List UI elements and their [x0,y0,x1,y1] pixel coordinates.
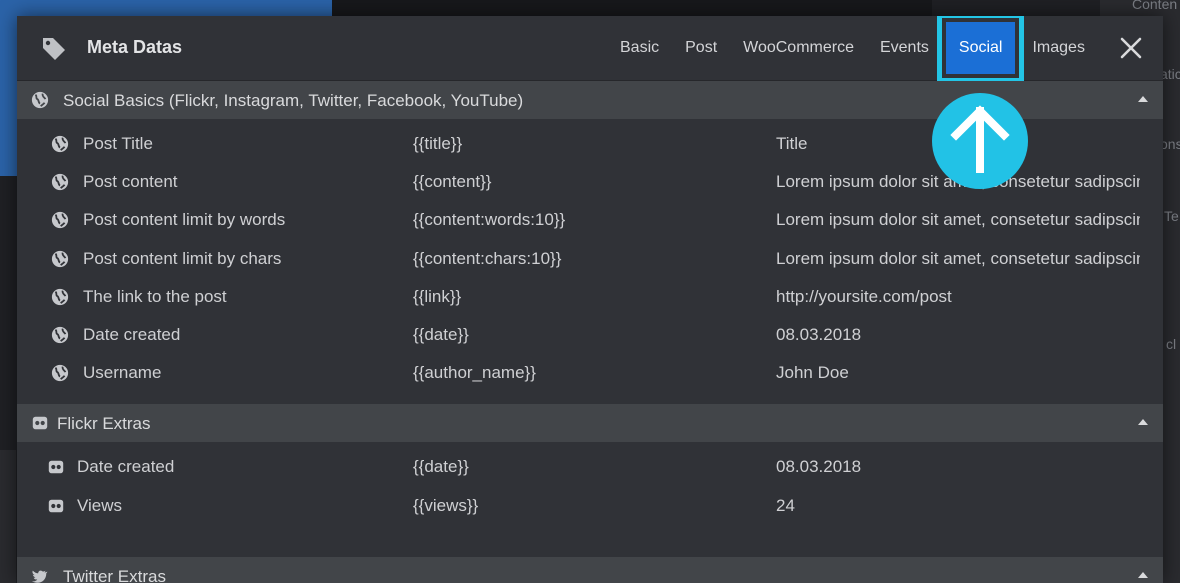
globe-icon [51,288,69,305]
tab-basic[interactable]: Basic [607,16,672,80]
section-title: Twitter Extras [63,566,166,583]
ghost-text: Te [1164,208,1179,224]
background-edge [0,450,16,583]
meta-tag: {{author_name}} [413,363,536,383]
meta-tag: {{content}} [413,172,492,192]
flickr-icon [48,499,64,512]
flickr-icon [32,417,48,430]
meta-example: Lorem ipsum dolor sit amet, consetetur s… [776,248,1140,268]
meta-label: Username [83,363,162,383]
meta-tag: {{date}} [413,324,469,344]
meta-label: Post content [83,172,178,192]
section-header[interactable]: Flickr Extras [17,404,1163,443]
list-item[interactable]: Date created {{date}} 08.03.2018 [17,316,1163,354]
meta-example: 08.03.2018 [776,457,862,477]
tab-events[interactable]: Events [867,16,942,80]
tab-social[interactable]: Social [936,16,1025,83]
globe-icon [51,365,69,382]
list-item[interactable]: Views {{views}} 24 [17,487,1163,525]
background-toolbar [332,0,932,16]
meta-example: http://yoursite.com/post [776,286,952,306]
twitter-icon [31,570,48,583]
meta-label: Date created [77,457,175,477]
globe-icon [51,212,69,229]
meta-example: Lorem ipsum dolor sit amet, consetetur s… [776,210,1140,230]
meta-label: Post content limit by words [83,210,286,230]
tab-images[interactable]: Images [1019,16,1097,80]
flickr-icon [48,461,64,474]
meta-example: 24 [776,495,795,515]
list-item[interactable]: Date created {{date}} 08.03.2018 [17,448,1163,486]
modal-header: Meta Datas Basic Post WooCommerce Events… [17,16,1163,83]
modal-title: Meta Datas [87,37,183,57]
list-item[interactable]: The link to the post {{link}} http://you… [17,278,1163,316]
caret-up-icon[interactable] [1137,93,1149,105]
list-item[interactable]: Post content limit by words {{content:wo… [17,201,1163,239]
meta-label: The link to the post [83,286,227,306]
arrow-up-glyph [950,105,1010,173]
meta-tag: {{title}} [413,134,463,153]
meta-label: Post Title [83,134,153,153]
caret-up-icon[interactable] [1137,569,1149,581]
globe-icon [51,250,69,267]
meta-tag: {{content:chars:10}} [413,248,562,268]
list-item[interactable]: Post content limit by chars {{content:ch… [17,240,1163,278]
globe-icon [31,91,49,109]
tab-woocommerce[interactable]: WooCommerce [730,16,867,80]
arrow-up-icon [932,93,1028,189]
section-title: Flickr Extras [57,414,151,434]
meta-label: Date created [83,324,181,344]
ghost-text: Conten [1132,0,1178,12]
ghost-text: cl [1166,336,1177,352]
meta-tag: {{views}} [413,495,479,515]
list-item[interactable]: Username {{author_name}} John Doe [17,354,1163,392]
rows: Date created {{date}} 08.03.2018 Views {… [17,442,1163,556]
ghost-text: atic [1160,66,1180,82]
meta-example: 08.03.2018 [776,324,862,344]
meta-example: John Doe [776,363,849,383]
meta-tag: {{date}} [413,457,469,477]
ghost-text: ons [1160,136,1180,152]
section-title: Social Basics (Flickr, Instagram, Twitte… [63,91,524,110]
section-flickr-extras: Flickr Extras Date created {{date}} 08.0… [17,404,1163,556]
tag-icon [43,38,65,60]
caret-up-icon[interactable] [1137,416,1149,428]
close-icon[interactable] [1119,36,1143,60]
tab-bar: Basic Post WooCommerce Events Social Ima… [607,16,1098,83]
meta-tag: {{link}} [413,286,462,306]
globe-icon [51,174,69,191]
section-twitter-extras: Twitter Extras [17,556,1163,583]
meta-label: Post content limit by chars [83,248,282,268]
globe-icon [51,135,69,153]
meta-label: Views [77,495,123,515]
globe-icon [51,326,69,344]
meta-tag: {{content:words:10}} [413,210,566,230]
tab-post[interactable]: Post [672,16,730,80]
section-header[interactable]: Twitter Extras [17,556,1163,583]
